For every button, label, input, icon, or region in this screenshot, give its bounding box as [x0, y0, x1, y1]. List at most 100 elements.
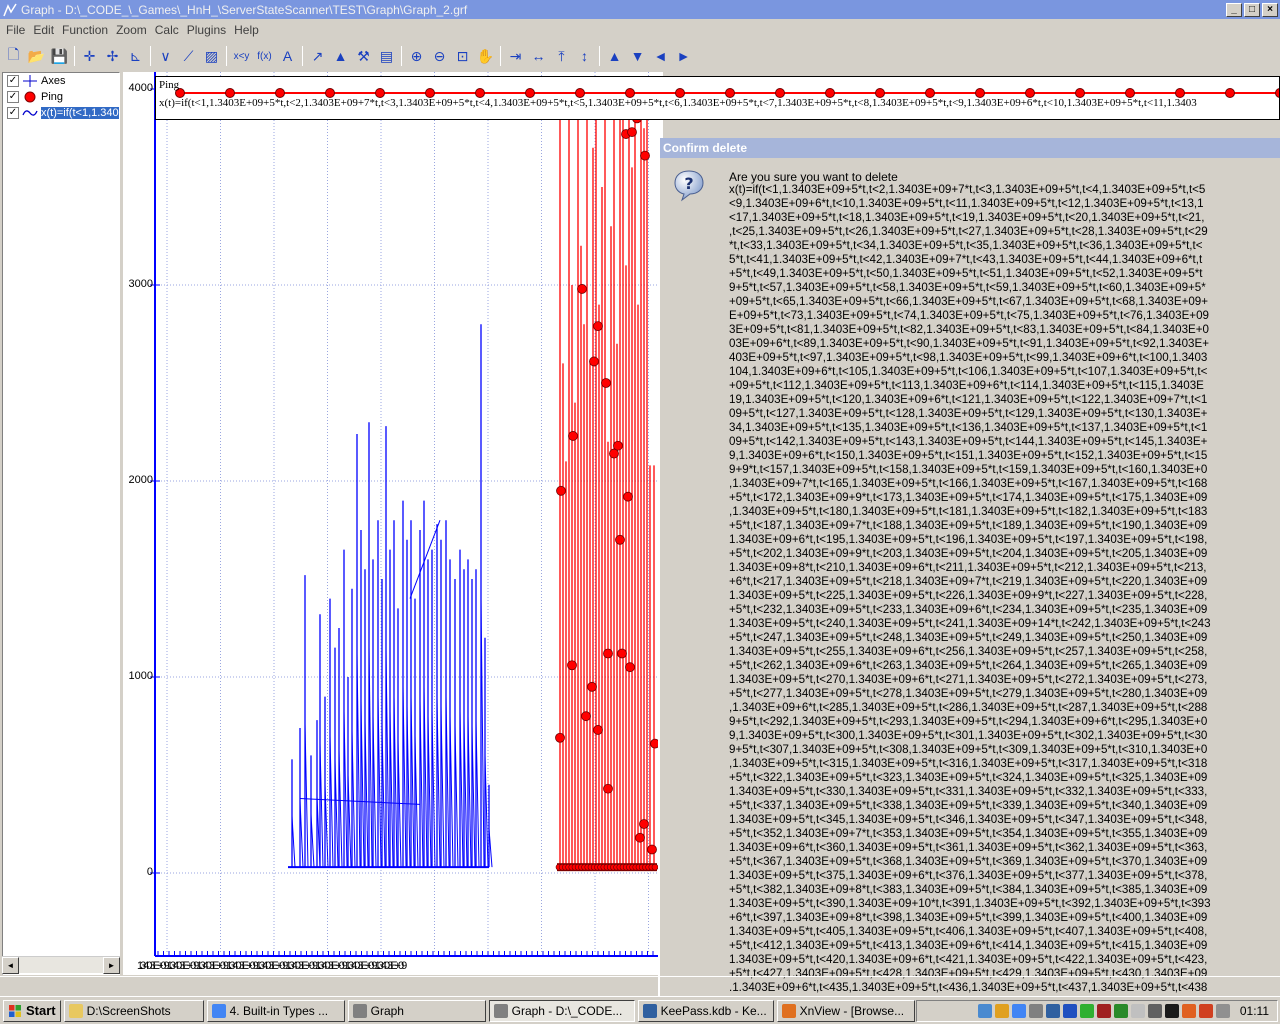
point-series-icon[interactable]: ▲	[329, 45, 352, 67]
grid-axes-icon[interactable]: ✢	[101, 45, 124, 67]
zoom-y-out-icon[interactable]: ↕	[573, 45, 596, 67]
confirm-delete-dialog: Confirm delete ? Are you sure you want t…	[658, 138, 1280, 998]
dialog-text-line: +5*t,t<172,1.3403E+09+9*t,t<173,1.3403E+…	[729, 491, 1208, 504]
red-data-point	[556, 485, 566, 496]
legend-item-function[interactable]: ✓ x(t)=if(t<1,1.3403	[3, 105, 119, 121]
y-tick-label: 1000	[128, 670, 153, 682]
y-tick-label: 3000	[128, 278, 153, 290]
red-data-point	[627, 127, 637, 138]
dialog-text-line: *t,t<33,1.3403E+09+5*t,t<34,1.3403E+09+5…	[729, 239, 1203, 252]
red-data-point	[555, 732, 565, 743]
scroll-left-arrow-icon[interactable]: ◄	[2, 957, 19, 974]
y-tick-label: 0	[146, 866, 153, 878]
dialog-text-line: x(t)=if(t<1,1.3403E+09+5*t,t<2,1.3403E+0…	[729, 183, 1206, 196]
tooltip-point	[1275, 88, 1279, 98]
taskbar-button[interactable]: Graph - D:\_CODE...	[488, 999, 635, 1022]
taskbar-button[interactable]: XnView - [Browse...	[776, 999, 915, 1022]
graph-plot-area[interactable]: 4000 3000 2000 1000 0 1.3403E+09 1.3403E+09 …	[123, 72, 663, 975]
close-button[interactable]: ×	[1262, 2, 1278, 17]
dialog-text-line: +5*t,t<187,1.3403E+09+7*t,t<188,1.3403E+…	[729, 519, 1208, 532]
tray-app-icon	[1164, 1004, 1179, 1018]
axes-icon[interactable]: ✛	[78, 45, 101, 67]
start-button[interactable]: Start	[3, 999, 61, 1022]
menu-function[interactable]: Function	[58, 23, 112, 37]
menu-edit[interactable]: Edit	[29, 23, 58, 37]
dialog-text-line: 9+5*t,t<57,1.3403E+09+5*t,t<58,1.3403E+0…	[729, 281, 1206, 294]
scroll-right-arrow-icon[interactable]: ►	[103, 957, 120, 974]
zoom-window-icon[interactable]: ⊡	[451, 45, 474, 67]
chart-svg	[150, 72, 663, 957]
dialog-text-line: 1.3403E+09+5*t,t<390,1.3403E+09+10*t,t<3…	[729, 897, 1211, 910]
taskbar-button[interactable]: D:\ScreenShots	[63, 999, 204, 1022]
insert-relation-icon[interactable]: x<y	[230, 45, 253, 67]
legend-horizontal-scrollbar[interactable]: ◄ ►	[2, 956, 120, 974]
red-data-point	[615, 534, 625, 545]
menu-zoom[interactable]: Zoom	[112, 23, 151, 37]
checkbox[interactable]: ✓	[7, 75, 19, 87]
move-up-icon[interactable]: ▲	[603, 45, 626, 67]
red-data-point	[601, 378, 611, 388]
dialog-text-line: 03E+09+6*t,t<89,1.3403E+09+5*t,t<90,1.34…	[729, 337, 1209, 350]
dialog-text-line: +09+5*t,t<112,1.3403E+09+5*t,t<113,1.340…	[729, 379, 1204, 392]
zoom-x-out-icon[interactable]: ↔	[527, 45, 550, 67]
toolbar-separator	[150, 46, 151, 66]
move-down-icon[interactable]: ▼	[626, 45, 649, 67]
dialog-text-line: 9+5*t,t<292,1.3403E+09+5*t,t<293,1.3403E…	[729, 715, 1208, 728]
shield-icon	[1062, 1004, 1077, 1018]
insert-tangent-icon[interactable]: ⟋	[177, 45, 200, 67]
dialog-text-line: 104,1.3403E+09+6*t,t<105,1.3403E+09+5*t,…	[729, 365, 1208, 378]
taskbar-button-label: D:\ScreenShots	[86, 1003, 171, 1018]
dialog-text-line: +5*t,t<382,1.3403E+09+8*t,t<383,1.3403E+…	[729, 883, 1208, 896]
legend-item-ping[interactable]: ✓ Ping	[3, 89, 119, 105]
red-data-point	[617, 648, 627, 659]
dialog-text-line: +5*t,t<337,1.3403E+09+5*t,t<338,1.3403E+…	[729, 799, 1208, 812]
menu-plugins[interactable]: Plugins	[183, 23, 230, 37]
menu-help[interactable]: Help	[230, 23, 263, 37]
toolbar-separator	[226, 46, 227, 66]
legend-label: Ping	[41, 91, 64, 103]
zoom-out-icon[interactable]: ⊖	[428, 45, 451, 67]
taskbar-button[interactable]: Graph	[347, 999, 486, 1022]
dialog-text-line: +5*t,t<277,1.3403E+09+5*t,t<278,1.3403E+…	[729, 687, 1208, 700]
wave-icon	[22, 110, 38, 116]
axes-icon	[23, 75, 37, 87]
windows-logo-icon	[9, 1004, 21, 1017]
zoom-y-in-icon[interactable]: ⤒	[550, 45, 573, 67]
trendline-icon[interactable]: ↗	[306, 45, 329, 67]
taskbar-button[interactable]: KeePass.kdb - Ke...	[637, 999, 774, 1022]
insert-fx-icon[interactable]: f(x)	[253, 45, 276, 67]
checkbox[interactable]: ✓	[7, 107, 19, 119]
red-data-point	[625, 662, 635, 673]
dialog-text-line: <9,1.3403E+09+6*t,t<10,1.3403E+09+5*t,t<…	[729, 197, 1204, 210]
minimize-button[interactable]: _	[1226, 2, 1242, 17]
menu-calc[interactable]: Calc	[151, 23, 183, 37]
insert-function-icon[interactable]: ∨	[154, 45, 177, 67]
dialog-text-line: 09+5*t,t<127,1.3403E+09+5*t,t<128,1.3403…	[729, 407, 1208, 420]
checkbox[interactable]: ✓	[7, 91, 19, 103]
legend-item-axes[interactable]: ✓ Axes	[3, 73, 119, 89]
dialog-text-line: +5*t,t<322,1.3403E+09+5*t,t<323,1.3403E+…	[729, 771, 1208, 784]
menu-file[interactable]: File	[2, 23, 29, 37]
save-icon[interactable]: 💾	[48, 45, 71, 67]
custom-icon[interactable]: ⚒	[352, 45, 375, 67]
series-tooltip: Ping x(t)=if(t<1,1.3403E+09+5*t,t<2,1.34…	[155, 76, 1280, 120]
new-file-icon[interactable]: 🗋	[2, 45, 25, 67]
open-folder-icon[interactable]: 📂	[25, 45, 48, 67]
taskbar-button[interactable]: 4. Built-in Types ...	[206, 999, 345, 1022]
function-list-panel[interactable]: ✓ Axes ✓ Ping ✓ x(t)=if(t<1,1.3403	[2, 72, 120, 975]
taskbar-button-label: XnView - [Browse...	[799, 1003, 905, 1018]
red-data-point	[623, 491, 633, 502]
zoom-in-icon[interactable]: ⊕	[405, 45, 428, 67]
insert-label-icon[interactable]: A	[276, 45, 299, 67]
insert-shading-icon[interactable]: ▨	[200, 45, 223, 67]
axes-graph-icon[interactable]: ⊾	[124, 45, 147, 67]
dialog-text-line: 1.3403E+09+5*t,t<345,1.3403E+09+5*t,t<34…	[729, 813, 1208, 826]
move-left-icon[interactable]: ◄	[649, 45, 672, 67]
pan-hand-icon[interactable]: ✋	[474, 45, 497, 67]
zoom-x-in-icon[interactable]: ⇥	[504, 45, 527, 67]
table-icon[interactable]: ▤	[375, 45, 398, 67]
maximize-button[interactable]: □	[1244, 2, 1260, 17]
system-tray: 01:11	[916, 1000, 1278, 1022]
move-right-icon[interactable]: ►	[672, 45, 695, 67]
dialog-text-line: ,1.3403E+09+5*t,t<180,1.3403E+09+5*t,t<1…	[729, 505, 1208, 518]
